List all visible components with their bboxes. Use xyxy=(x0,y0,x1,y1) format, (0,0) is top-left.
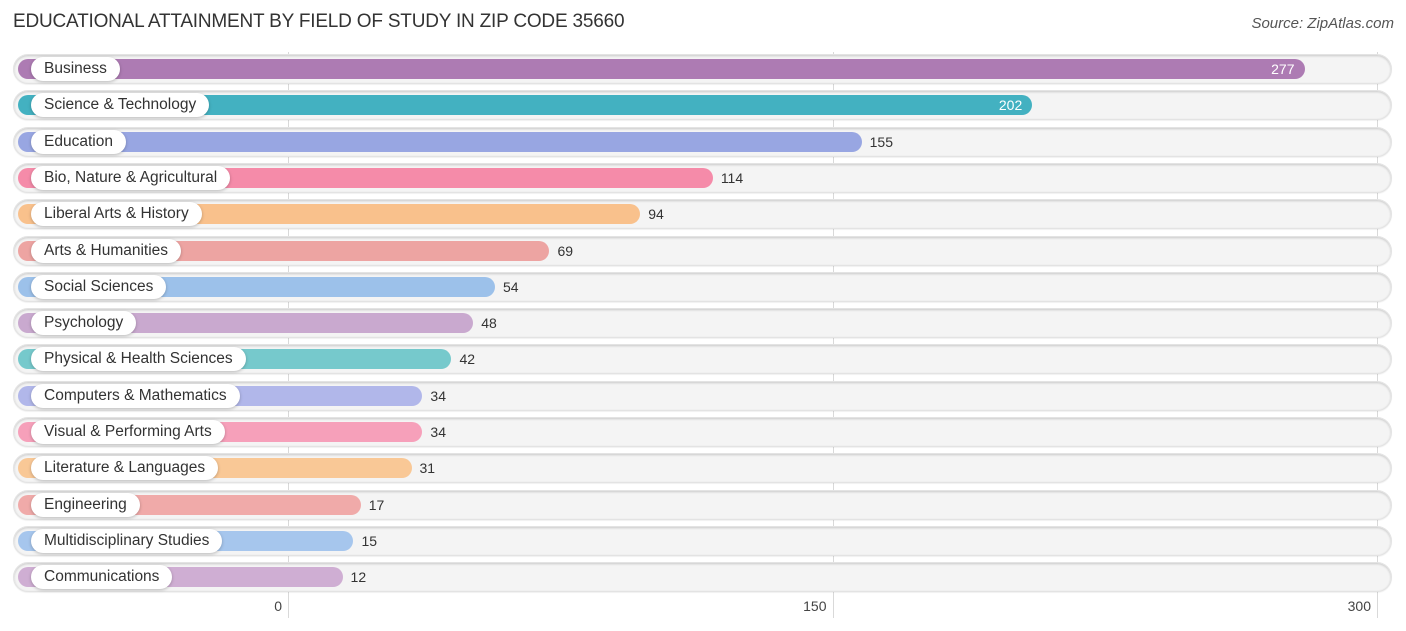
category-label: Education xyxy=(31,129,126,154)
value-label: 34 xyxy=(430,424,446,440)
x-tick-label: 300 xyxy=(1347,598,1371,614)
value-label: 42 xyxy=(459,351,476,368)
x-tick-label: 150 xyxy=(803,598,827,614)
category-label: Bio, Nature & Agricultural xyxy=(31,165,231,190)
x-tick-label: 0 xyxy=(274,598,282,614)
value-label: 15 xyxy=(361,532,378,549)
value-label: 94 xyxy=(648,206,664,223)
value-label: 12 xyxy=(350,569,367,586)
value-label: 34 xyxy=(430,387,446,404)
value-label: 31 xyxy=(419,460,436,477)
value-label: 277 xyxy=(1271,61,1295,77)
category-label: Psychology xyxy=(31,311,137,336)
bar[interactable] xyxy=(18,59,1305,79)
bar-chart: Business 277 Science & Technology 202 Educat… xyxy=(0,0,1406,631)
category-label: Business xyxy=(31,57,120,81)
category-label: Literature & Languages xyxy=(31,456,219,481)
value-label: 17 xyxy=(368,496,385,513)
value-label: 155 xyxy=(869,133,893,150)
category-label: Science & Technology xyxy=(31,93,210,118)
category-label: Social Sciences xyxy=(31,274,167,299)
value-label: 69 xyxy=(557,242,574,259)
category-label: Computers & Mathematics xyxy=(31,383,240,408)
category-label: Engineering xyxy=(31,492,140,517)
category-label: Physical & Health Sciences xyxy=(31,347,246,372)
category-label: Multidisciplinary Studies xyxy=(31,528,223,553)
bar[interactable] xyxy=(18,131,862,152)
category-label: Communications xyxy=(31,565,173,590)
category-label: Visual & Performing Arts xyxy=(31,420,225,444)
category-label: Arts & Humanities xyxy=(31,238,182,263)
value-label: 202 xyxy=(998,97,1023,114)
value-label: 54 xyxy=(503,278,519,295)
category-label: Liberal Arts & History xyxy=(31,202,202,227)
value-label: 114 xyxy=(720,169,744,186)
value-label: 48 xyxy=(481,315,497,332)
